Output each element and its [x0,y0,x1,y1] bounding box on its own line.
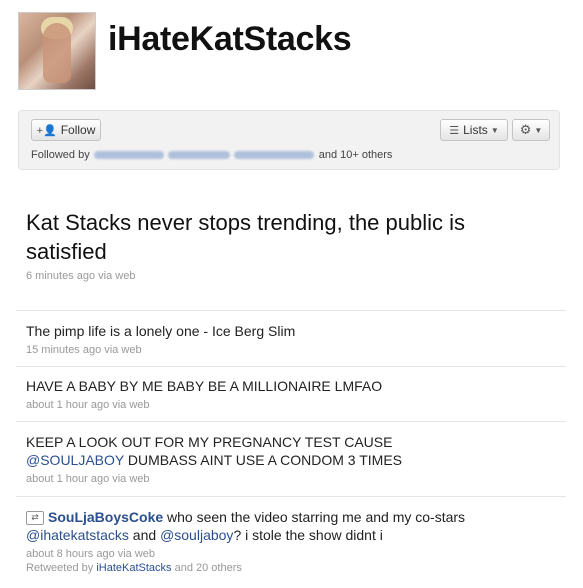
divider [16,366,566,367]
followed-by: Followed by and 10+ others [31,149,392,161]
retweeted-by: Retweeted by iHateKatStacks and 20 other… [26,562,556,574]
retweet-item: ⇄ SouLjaBoysCoke who seen the video starr… [26,508,556,574]
follower-name-redacted[interactable] [93,151,164,159]
retweet-icon: ⇄ [26,511,44,526]
tweet-text-line1: KEEP A LOOK OUT FOR MY PREGNANCY TEST CA… [26,434,393,450]
divider [16,496,566,497]
tweet-text: The pimp life is a lonely one - Ice Berg… [26,323,296,339]
tweet-meta[interactable]: 15 minutes ago via web [26,344,556,356]
timeline-tweet: KEEP A LOOK OUT FOR MY PREGNANCY TEST CA… [26,433,556,485]
latest-tweet-text: Kat Stacks never stops trending, the pub… [26,210,466,264]
tweet-meta[interactable]: about 1 hour ago via web [26,473,556,485]
profile-avatar[interactable] [18,12,96,90]
tweet-author-link[interactable]: SouLjaBoysCoke [48,509,163,525]
screen-name: iHateKatStacks [108,20,352,58]
tweet-text: HAVE A BABY BY ME BABY BE A MILLIONAIRE … [26,378,383,394]
tweet-text: KEEP A LOOK OUT FOR MY PREGNANCY TEST CA… [26,433,556,469]
profile-header: iHateKatStacks [18,10,578,90]
profile-actions-bar: +👤 Follow ☰ Lists ▼ ⚙ ▼ Followed by and … [18,110,560,170]
follower-name-redacted[interactable] [167,151,230,159]
divider [16,421,566,422]
retweeted-prefix: Retweeted by [26,562,97,574]
latest-tweet-meta[interactable]: 6 minutes ago via web [26,270,135,282]
tweet-text-part: and [128,527,161,543]
divider [16,310,566,311]
followed-by-suffix[interactable]: and 10+ others [319,149,393,161]
tweet-text-part: ? i stole the show didnt i [233,527,383,543]
timeline-tweet: HAVE A BABY BY ME BABY BE A MILLIONAIRE … [26,377,556,411]
follower-name-redacted[interactable] [233,151,314,159]
follow-label: Follow [60,123,96,137]
tweet-text-line2: DUMBASS AINT USE A CONDOM 3 TIMES [124,452,402,468]
list-icon: ☰ [449,124,460,137]
timeline-tweet: The pimp life is a lonely one - Ice Berg… [26,322,556,356]
gear-icon: ⚙ [519,122,532,137]
mention-link[interactable]: @ihatekatstacks [26,527,129,543]
chevron-down-icon: ▼ [534,125,543,135]
tweet-text-part: who seen the video starring me and my co… [163,509,466,525]
mention-link[interactable]: @souljaboy [160,527,233,543]
add-user-icon: +👤 [36,124,57,137]
mention-link[interactable]: @SOULJABOY [26,452,124,468]
lists-label: Lists [463,123,488,137]
retweeter-link[interactable]: iHateKatStacks [96,562,171,574]
settings-button[interactable]: ⚙ ▼ [512,119,550,141]
tweet-meta[interactable]: about 8 hours ago via web [26,548,556,560]
followed-by-label: Followed by [31,149,90,161]
chevron-down-icon: ▼ [490,125,499,135]
follow-button[interactable]: +👤 Follow [31,119,101,141]
lists-button[interactable]: ☰ Lists ▼ [440,119,508,141]
retweeted-suffix: and 20 others [171,562,242,574]
tweet-text: ⇄ SouLjaBoysCoke who seen the video starr… [26,508,556,544]
tweet-meta[interactable]: about 1 hour ago via web [26,399,556,411]
